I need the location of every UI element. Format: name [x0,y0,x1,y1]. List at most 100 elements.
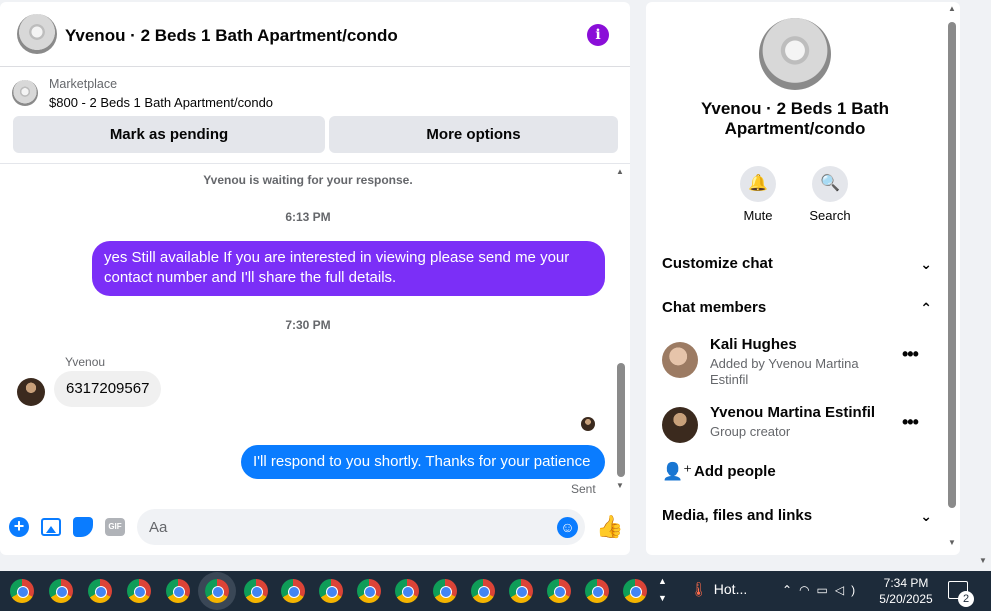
conversation-info-panel: Yvenou · 2 Beds 1 Bath Apartment/condo 🔔… [646,2,960,555]
sender-name: Yvenou [65,355,106,369]
search-button[interactable]: 🔍 [812,166,848,202]
chrome-icon[interactable] [205,579,229,603]
chrome-icon[interactable] [509,579,533,603]
chrome-icon[interactable] [585,579,609,603]
taskbar-scroll[interactable]: ▲ ▼ [658,573,667,607]
search-label: Search [809,208,851,223]
emoji-icon[interactable]: ☺ [557,517,578,538]
chat-members-section[interactable]: Chat members ⌃ [662,296,932,320]
chrome-icon[interactable] [244,579,268,603]
member-name: Yvenou Martina Estinfil [710,404,876,421]
member-item[interactable]: Kali Hughes Added by Yvenou Martina Esti… [662,336,932,387]
taskbar: ▲ ▼ 🌡 Hot... ⌃◠▭◁) 7:34 PM 5/20/2025 2 [0,571,991,611]
notification-count: 2 [958,591,974,607]
chevron-up-icon[interactable]: ⌃ [782,583,799,597]
avatar[interactable] [662,407,698,443]
chrome-icon[interactable] [395,579,419,603]
info-scrollbar[interactable]: ▲ ▼ [945,2,959,553]
chrome-icon[interactable] [471,579,495,603]
chrome-icon[interactable] [547,579,571,603]
gif-icon[interactable]: GIF [105,518,125,536]
marketplace-listing: Marketplace $800 - 2 Beds 1 Bath Apartme… [0,68,630,164]
incoming-message[interactable]: 6317209567 [54,371,162,407]
chrome-icon[interactable] [623,579,647,603]
more-icon[interactable]: ••• [902,412,919,433]
plus-icon[interactable]: + [9,517,29,537]
member-item[interactable]: Yvenou Martina Estinfil Group creator ••… [662,404,932,454]
clock-date: 5/20/2025 [879,592,933,606]
message-status: Sent [571,482,596,496]
marketplace-label: Marketplace [49,77,118,91]
more-icon[interactable]: ••• [902,344,919,365]
chrome-icon[interactable] [10,579,34,603]
message-composer: + GIF ☺ 👍 [0,505,630,550]
member-subtitle: Added by Yvenou Martina Estinfil [710,356,859,387]
scroll-up-arrow-icon[interactable]: ▲ [616,167,624,176]
chevron-down-icon: ⌄ [920,256,932,272]
chrome-icon[interactable] [357,579,381,603]
weather-widget[interactable]: 🌡 Hot... [690,581,747,598]
chevron-down-icon: ⌄ [920,508,932,524]
message-list: Yvenou is waiting for your response. 6:1… [0,165,630,500]
chevron-down-icon[interactable]: ▼ [658,590,667,607]
chrome-icon[interactable] [49,579,73,603]
system-tray[interactable]: ⌃◠▭◁) [782,583,862,597]
scrollbar-thumb[interactable] [617,363,625,477]
chrome-icon[interactable] [166,579,190,603]
sender-avatar[interactable] [17,378,45,406]
chat-scrollbar[interactable]: ▲ ▼ [614,163,628,493]
listing-title[interactable]: $800 - 2 Beds 1 Bath Apartment/condo [49,95,273,110]
chrome-icon[interactable] [433,579,457,603]
info-icon[interactable]: i [587,24,609,46]
chrome-icon[interactable] [88,579,112,603]
media-files-links-section[interactable]: Media, files and links ⌄ [662,504,932,528]
scroll-down-arrow-icon[interactable]: ▼ [948,538,956,547]
conversation-title[interactable]: Yvenou · 2 Beds 1 Bath Apartment/condo [65,26,398,46]
chrome-icon[interactable] [319,579,343,603]
add-person-icon: 👤⁺ [662,462,693,481]
chat-panel: Yvenou · 2 Beds 1 Bath Apartment/condo i… [0,2,630,555]
search-icon: 🔍 [820,175,840,192]
chevron-up-icon[interactable]: ▲ [658,573,667,590]
speaker-icon[interactable]: ◁) [835,583,862,597]
conversation-avatar-large[interactable] [759,18,831,90]
scroll-down-arrow-icon[interactable]: ▼ [616,481,624,490]
add-people-label: Add people [694,463,776,480]
member-subtitle: Group creator [710,424,791,439]
outgoing-message[interactable]: yes Still available If you are intereste… [92,241,605,296]
avatar[interactable] [662,342,698,378]
mute-button[interactable]: 🔔 [740,166,776,202]
mark-as-pending-button[interactable]: Mark as pending [13,116,325,153]
section-label: Media, files and links [662,507,813,524]
chevron-up-icon: ⌃ [920,300,932,316]
mute-label: Mute [743,208,773,223]
battery-icon[interactable]: ▭ [817,583,835,597]
conversation-title: Yvenou · 2 Beds 1 Bath Apartment/condo [701,99,889,138]
weather-text: Hot... [713,581,748,597]
member-name: Kali Hughes [710,336,797,353]
conversation-avatar[interactable] [17,14,57,54]
bell-icon: 🔔 [748,175,768,192]
system-clock[interactable]: 7:34 PM 5/20/2025 [876,575,936,607]
photo-icon[interactable] [41,518,61,536]
message-input[interactable] [137,509,585,545]
page-scroll-down-arrow-icon[interactable]: ▼ [979,556,987,565]
chrome-icon[interactable] [281,579,305,603]
timestamp: 6:13 PM [285,210,331,224]
listing-thumbnail[interactable] [12,80,38,106]
chat-header: Yvenou · 2 Beds 1 Bath Apartment/condo i [0,2,630,67]
thermometer-icon: 🌡 [690,581,708,597]
scrollbar-thumb[interactable] [948,22,956,508]
outgoing-message[interactable]: I'll respond to you shortly. Thanks for … [241,445,605,479]
scroll-up-arrow-icon[interactable]: ▲ [948,4,956,13]
chrome-icon[interactable] [127,579,151,603]
more-options-button[interactable]: More options [329,116,618,153]
add-people-button[interactable]: 👤⁺ Add people [662,460,862,484]
read-receipt-avatar [581,417,595,431]
section-label: Customize chat [662,255,773,272]
wifi-icon[interactable]: ◠ [799,583,816,597]
waiting-notice: Yvenou is waiting for your response. [203,173,413,187]
thumbs-up-icon[interactable]: 👍 [596,514,623,540]
customize-chat-section[interactable]: Customize chat ⌄ [662,252,932,276]
sticker-icon[interactable] [73,517,93,537]
